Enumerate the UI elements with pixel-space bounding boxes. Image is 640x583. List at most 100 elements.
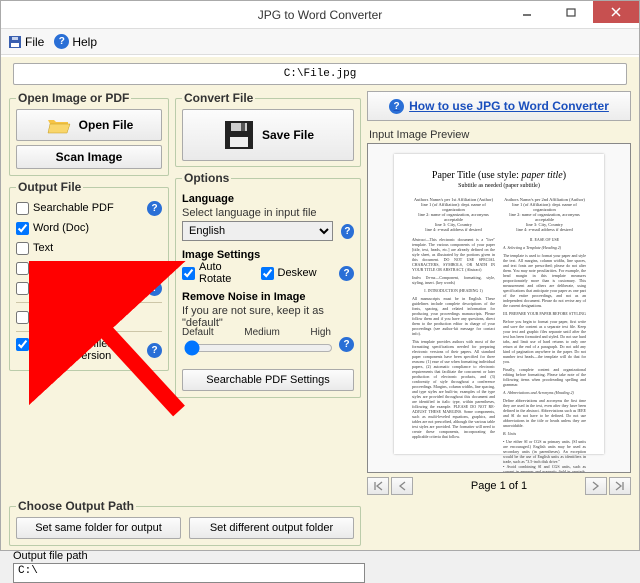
bottom-row: Choose Output Path Set same folder for o…	[7, 499, 633, 546]
checkbox[interactable]	[16, 242, 29, 255]
output-searchable-pdf[interactable]: Searchable PDF ?	[16, 198, 162, 218]
pager: Page 1 of 1	[367, 477, 631, 495]
preview-section: Input Image Preview Paper Title (use sty…	[367, 125, 631, 495]
language-select[interactable]: English	[182, 221, 333, 241]
options-legend: Options	[182, 171, 231, 185]
input-path-field[interactable]: C:\File.jpg	[13, 63, 627, 85]
convert-file-legend: Convert File	[182, 91, 255, 105]
columns: Open Image or PDF Open File Scan Image O…	[7, 91, 633, 495]
deskew[interactable]: Deskew	[261, 263, 332, 283]
noise-heading: Remove Noise in Image	[182, 291, 354, 303]
output-path-field[interactable]: C:\	[13, 563, 365, 583]
app-window: JPG to Word Converter File ? Help	[0, 0, 640, 551]
label: Searchable PDF Settings	[206, 374, 330, 386]
pager-prev-button[interactable]	[391, 477, 413, 495]
checkbox[interactable]	[16, 282, 29, 295]
open-image-legend: Open Image or PDF	[16, 91, 131, 105]
checkbox[interactable]	[16, 311, 29, 324]
label: Auto Rotate	[199, 261, 253, 285]
label: Text	[33, 242, 53, 254]
noise-sub: If you are not sure, keep it as "default…	[182, 305, 354, 329]
choose-output-path-group: Choose Output Path Set same folder for o…	[9, 499, 361, 546]
menubar: File ? Help	[1, 29, 639, 55]
checkbox[interactable]	[16, 262, 29, 275]
help-icon[interactable]: ?	[147, 201, 162, 216]
help-icon[interactable]: ?	[339, 337, 354, 352]
diff-folder-button[interactable]: Set different output folder	[189, 517, 354, 539]
output-select-all[interactable]: Select All	[16, 307, 162, 327]
same-folder-button[interactable]: Set same folder for output	[16, 517, 181, 539]
save-icon	[7, 34, 22, 49]
pager-first-button[interactable]	[367, 477, 389, 495]
col-left: Open Image or PDF Open File Scan Image O…	[9, 91, 169, 495]
options-group: Options Language Select language in inpu…	[175, 171, 361, 398]
searchable-pdf-settings-button[interactable]: Searchable PDF Settings	[182, 369, 354, 391]
view-after-conversion[interactable]: View output files after conversion ?	[16, 336, 162, 364]
noise-slider-labels: Default Medium High	[182, 327, 331, 338]
label: Set different output folder	[210, 522, 333, 534]
maximize-button[interactable]	[549, 1, 593, 23]
howto-link[interactable]: ? How to use JPG to Word Converter	[367, 91, 631, 121]
output-path-label: Output file path	[13, 550, 365, 562]
open-image-group: Open Image or PDF Open File Scan Image	[9, 91, 169, 176]
preview-document: Paper Title (use style: paper title) Sub…	[394, 154, 604, 454]
label: HTML	[33, 262, 63, 274]
menu-file-label: File	[25, 35, 44, 49]
close-button[interactable]	[593, 1, 639, 23]
auto-rotate[interactable]: Auto Rotate	[182, 263, 253, 283]
help-icon[interactable]: ?	[147, 281, 162, 296]
window-buttons	[505, 1, 639, 23]
label: Select All	[33, 311, 78, 323]
checkbox[interactable]	[182, 267, 195, 280]
save-file-button[interactable]: Save File	[182, 109, 354, 161]
howto-label: How to use JPG to Word Converter	[409, 99, 609, 113]
checkbox[interactable]	[261, 267, 274, 280]
help-icon: ?	[54, 34, 69, 49]
divider	[16, 331, 162, 332]
choose-output-legend: Choose Output Path	[16, 499, 136, 513]
output-file-legend: Output File	[16, 180, 83, 194]
menu-help[interactable]: ? Help	[54, 34, 97, 49]
pager-text: Page 1 of 1	[415, 480, 583, 492]
language-sub: Select language in input file	[182, 207, 354, 219]
scan-image-button[interactable]: Scan Image	[16, 145, 162, 169]
checkbox[interactable]	[16, 222, 29, 235]
label: Searchable PDF	[33, 202, 114, 214]
label: View output files after conversion	[33, 338, 113, 362]
save-file-label: Save File	[262, 128, 314, 142]
image-settings-heading: Image Settings	[182, 249, 354, 261]
help-icon[interactable]: ?	[339, 266, 354, 281]
scan-image-label: Scan Image	[56, 150, 123, 164]
pager-next-button[interactable]	[585, 477, 607, 495]
output-word-doc[interactable]: Word (Doc)	[16, 218, 162, 238]
label: Text-Only PDF	[33, 282, 105, 294]
output-path-section: Output file path C:\	[13, 550, 365, 583]
help-icon[interactable]: ?	[147, 343, 162, 358]
menu-help-label: Help	[72, 35, 97, 49]
open-file-label: Open File	[79, 118, 134, 132]
body: C:\File.jpg Open Image or PDF Open File …	[1, 57, 639, 550]
label: Deskew	[278, 267, 317, 279]
open-file-button[interactable]: Open File	[16, 109, 162, 141]
folder-open-icon	[45, 113, 73, 137]
output-text[interactable]: Text	[16, 238, 162, 258]
help-icon: ?	[389, 99, 404, 114]
help-icon[interactable]: ?	[341, 224, 354, 239]
doc-subtitle: Subtitle as needed (paper subtitle)	[412, 183, 586, 189]
output-file-group: Output File Searchable PDF ? Word (Doc) …	[9, 180, 169, 371]
language-heading: Language	[182, 193, 354, 205]
menu-file[interactable]: File	[7, 34, 44, 49]
col-mid: Convert File Save File Options Language …	[175, 91, 361, 495]
pager-last-button[interactable]	[609, 477, 631, 495]
output-text-only-pdf[interactable]: Text-Only PDF ?	[16, 278, 162, 298]
checkbox[interactable]	[16, 338, 29, 351]
preview-pane: Paper Title (use style: paper title) Sub…	[367, 143, 631, 473]
floppy-save-icon	[222, 118, 256, 152]
minimize-button[interactable]	[505, 1, 549, 23]
preview-label: Input Image Preview	[369, 129, 631, 141]
label: Word (Doc)	[33, 222, 89, 234]
convert-file-group: Convert File Save File	[175, 91, 361, 167]
output-html[interactable]: HTML	[16, 258, 162, 278]
noise-slider[interactable]	[184, 340, 333, 356]
checkbox[interactable]	[16, 202, 29, 215]
